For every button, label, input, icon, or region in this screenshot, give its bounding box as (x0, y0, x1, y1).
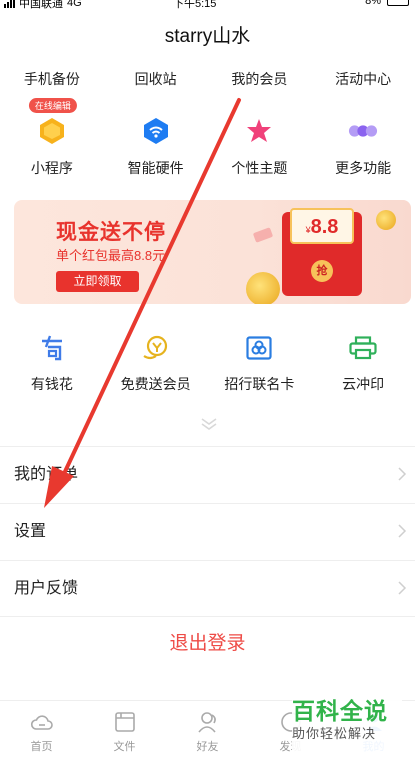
activity-center-link[interactable]: 活动中心 (311, 66, 415, 92)
chevron-right-icon (398, 524, 407, 538)
service-free-membership[interactable]: 免费送会员 (104, 334, 208, 404)
service-youqianhua[interactable]: 有钱花 (0, 334, 104, 404)
feature-label: 个性主题 (231, 160, 288, 176)
feature-label: 小程序 (30, 160, 73, 176)
service-cmb-card[interactable]: 招行联名卡 (208, 334, 312, 404)
battery-percent: 8% (365, 0, 381, 7)
mini-program-icon (37, 116, 67, 146)
my-membership-link[interactable]: 我的会员 (208, 66, 312, 92)
friends-icon (197, 712, 216, 733)
carrier-label: 中国联通 (19, 0, 63, 10)
more-functions-icon (348, 116, 378, 146)
tab-friends[interactable]: 好友 (166, 701, 249, 757)
menu-list: 我的订单 设置 用户反馈 (0, 446, 415, 617)
service-label: 免费送会员 (120, 376, 191, 392)
status-bar: 中国联通 4G 下午5:15 8% (0, 0, 415, 12)
menu-item-label: 我的订单 (14, 466, 79, 483)
watermark-subtitle: 助你轻松解决 (292, 726, 377, 741)
service-label: 招行联名卡 (224, 376, 295, 392)
battery-icon (387, 0, 409, 6)
feature-label: 智能硬件 (127, 160, 184, 176)
feature-mini-program[interactable]: 在线编辑 小程序 (0, 98, 104, 182)
service-label: 云冲印 (342, 376, 385, 392)
chevron-right-icon (398, 467, 407, 481)
folder-icon (114, 712, 135, 732)
top-links: 手机备份 回收站 我的会员 活动中心 (0, 66, 415, 92)
red-envelope-graphic: ¥8.8 抢 (282, 208, 362, 296)
ribbon-icon (252, 227, 274, 243)
cloud-print-icon (349, 334, 377, 362)
tab-label: 文件 (113, 741, 136, 753)
service-cloud-print[interactable]: 云冲印 (311, 334, 415, 404)
theme-icon (244, 116, 274, 146)
banner-title: 现金送不停 (56, 221, 166, 244)
feature-label: 更多功能 (335, 160, 392, 176)
smart-hardware-icon (141, 116, 171, 146)
menu-item-label: 设置 (14, 523, 47, 540)
feature-smart-hardware[interactable]: 智能硬件 (104, 102, 208, 182)
page-title: starry山水 (164, 26, 251, 47)
logout-button[interactable]: 退出登录 (0, 628, 415, 655)
envelope-card: ¥8.8 (290, 208, 354, 244)
coin-icon (246, 272, 280, 304)
feature-grid: 在线编辑 小程序 智能硬件 个性主题 更多功能 (0, 98, 415, 182)
online-edit-badge: 在线编辑 (28, 98, 77, 113)
tab-home[interactable]: 首页 (0, 701, 83, 757)
recycle-bin-link[interactable]: 回收站 (104, 66, 208, 92)
claim-now-button[interactable]: 立即领取 (56, 271, 139, 292)
menu-item-feedback[interactable]: 用户反馈 (0, 560, 415, 617)
youqianhua-icon (38, 334, 66, 362)
network-label: 4G (67, 0, 82, 9)
tab-label: 好友 (196, 741, 219, 753)
tab-files[interactable]: 文件 (83, 701, 166, 757)
banner-subtitle: 单个红包最高8.8元 (56, 248, 166, 263)
menu-item-my-orders[interactable]: 我的订单 (0, 446, 415, 503)
feature-more-functions[interactable]: 更多功能 (311, 102, 415, 182)
menu-item-label: 用户反馈 (14, 580, 79, 597)
coin-icon (376, 210, 396, 230)
menu-item-settings[interactable]: 设置 (0, 503, 415, 560)
expand-chevron-icon[interactable] (198, 416, 220, 432)
services-grid: 有钱花 免费送会员 招行联名卡 云冲印 (0, 334, 415, 404)
watermark-title: 百科全说 (292, 698, 388, 724)
feature-theme[interactable]: 个性主题 (208, 102, 312, 182)
service-label: 有钱花 (30, 376, 73, 392)
watermark: 百科全说 助你轻松解决 (292, 697, 402, 753)
cmb-card-icon (245, 334, 273, 362)
cloud-icon (30, 715, 53, 730)
chevron-right-icon (398, 581, 407, 595)
tab-label: 首页 (30, 741, 53, 753)
free-membership-icon (142, 334, 170, 362)
clock: 下午5:15 (173, 0, 217, 10)
envelope-amount: 8.8 (310, 216, 339, 238)
backup-link[interactable]: 手机备份 (0, 66, 104, 92)
cash-promo-banner[interactable]: 现金送不停 单个红包最高8.8元 立即领取 ¥8.8 抢 (14, 200, 411, 304)
grab-seal: 抢 (311, 260, 333, 282)
signal-icon (4, 0, 15, 8)
